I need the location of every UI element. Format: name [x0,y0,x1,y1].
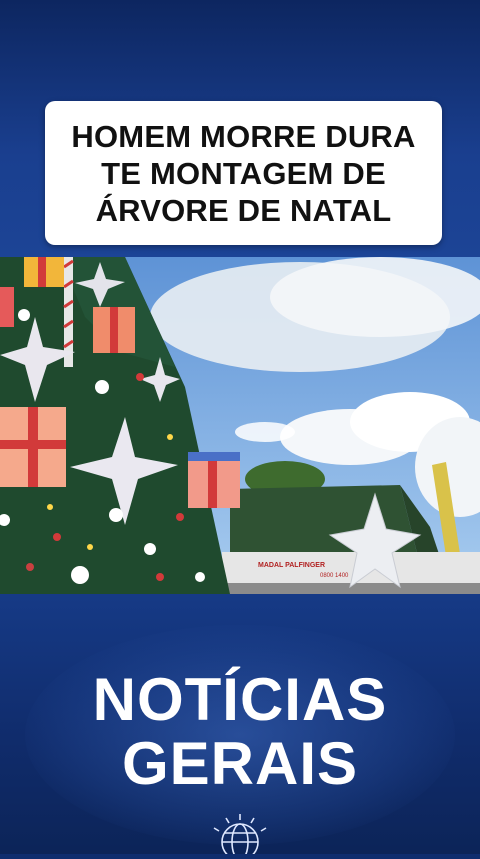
headline-line-1: HOMEM MORRE DURA [71,118,416,154]
headline-card: HOMEM MORRE DURA TE MONTAGEM DE ÁRVORE D… [45,101,442,245]
brand-line-1: NOTÍCIAS [92,666,388,733]
globe-icon [206,808,274,859]
truck-phone: 0800 1400 [320,573,349,579]
brand-line-2: GERAIS [121,730,359,797]
headline-text: HOMEM MORRE DURA TE MONTAGEM DE ÁRVORE D… [57,118,429,229]
brand-logo-text: NOTÍCIAS GERAIS [0,668,480,796]
news-photo: MADAL PALFINGER 0800 1400 [0,257,480,594]
truck-label: MADAL PALFINGER [258,562,325,569]
headline-line-3: ÁRVORE DE NATAL [95,192,392,228]
headline-line-2: TE MONTAGEM DE [101,155,386,191]
